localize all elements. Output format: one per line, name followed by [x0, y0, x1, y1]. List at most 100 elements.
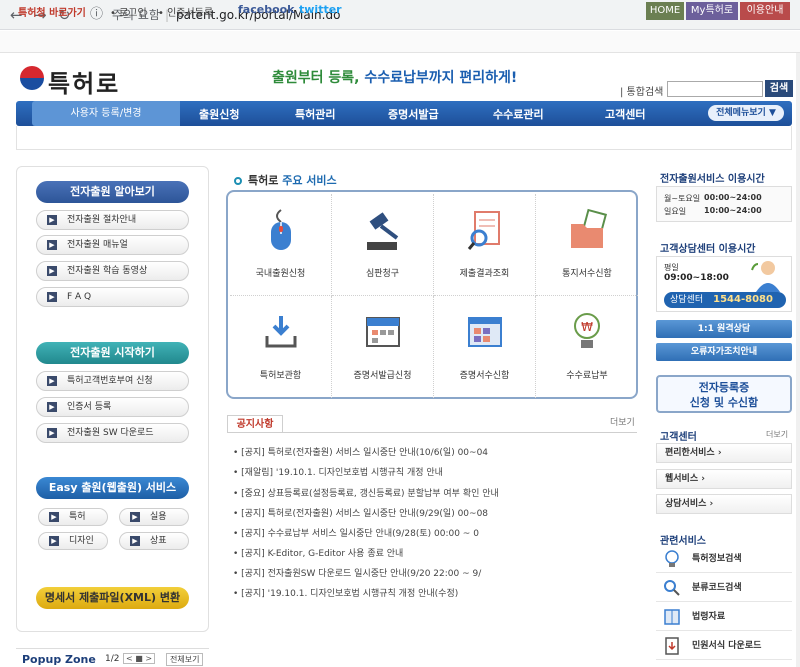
left-item-manual[interactable]: ▶ 전자출원 매뉴얼 — [36, 235, 189, 255]
guide-button[interactable]: 이용안내 — [740, 2, 790, 20]
easy-design-button[interactable]: ▶ 디자인 — [38, 532, 108, 550]
easy-trademark-button[interactable]: ▶ 상표 — [119, 532, 189, 550]
cs-phone-bar[interactable]: 상담센터 1544-8080 — [664, 292, 786, 308]
popup-view-all[interactable]: 전체보기 — [166, 653, 204, 666]
service-certificate-apply[interactable]: 증명서발급신청 — [332, 296, 434, 398]
service-certificate-inbox[interactable]: 증명서수신함 — [434, 296, 536, 398]
services-title-a: 특허로 — [248, 174, 283, 187]
notice-item[interactable]: • [공지] 특허로(전자출원) 서비스 일시중단 안내(9/29(일) 00~… — [233, 506, 488, 519]
section-start-title[interactable]: 전자출원 시작하기 — [36, 342, 189, 364]
easy-label: 실용 — [150, 512, 167, 522]
nav-apply[interactable]: 출원신청 — [199, 106, 239, 122]
gavel-icon — [367, 212, 399, 250]
arrow-icon: ▶ — [130, 512, 140, 522]
notice-item[interactable]: • [공지] '19.10.1. 디자인보호법 시행규칙 개정 안내(수정) — [233, 586, 458, 599]
service-storage[interactable]: 특허보관함 — [230, 296, 332, 398]
left-item-cert-register[interactable]: ▶ 인증서 등록 — [36, 397, 189, 417]
main-nav: 사용자 등록/변경 출원신청 특허관리 증명서발급 수수료관리 고객센터 전체메… — [16, 101, 792, 126]
left-item-label: 전자출원 학습 동영상 — [67, 266, 148, 276]
book-icon — [664, 609, 680, 625]
weekday-label: 월~토요일 — [664, 194, 701, 203]
taeguk-logo-icon[interactable] — [20, 66, 44, 90]
xml-convert-button[interactable]: 명세서 제출파일(XML) 변환 — [36, 587, 189, 609]
info-icon[interactable]: ⓘ — [90, 3, 103, 27]
remote-support-button[interactable]: 1:1 원격상담 — [656, 320, 792, 338]
notice-item[interactable]: • [공지] 전자출원SW 다운로드 일시중단 안내(9/20 22:00 ~ … — [233, 566, 481, 579]
easy-patent-button[interactable]: ▶ 특허 — [38, 508, 108, 526]
cert-register-link[interactable]: • 인증서등록 — [158, 4, 213, 19]
kipo-link[interactable]: 특허청 바로가기 — [18, 4, 86, 19]
service-fee-payment[interactable]: ₩ 수수료납부 — [536, 296, 638, 398]
related-class-search[interactable]: 분류코드검색 — [656, 574, 792, 602]
service-hours-title: 전자출원서비스 이용시간 — [660, 174, 765, 185]
arrow-icon: ▶ — [47, 402, 57, 412]
search-input[interactable] — [667, 81, 763, 97]
lightbulb-won-icon: ₩ — [574, 313, 600, 348]
search-button[interactable]: 검색 — [765, 80, 793, 97]
nav-certificate[interactable]: 증명서발급 — [388, 106, 439, 122]
service-domestic-apply[interactable]: 국내출원신청 — [230, 194, 332, 296]
easy-utility-button[interactable]: ▶ 실용 — [119, 508, 189, 526]
service-label: 증명서수신함 — [459, 371, 510, 381]
nav-patent-manage[interactable]: 특허관리 — [295, 106, 335, 122]
service-result-lookup[interactable]: 제출결과조회 — [434, 194, 536, 296]
page-scrollbar[interactable] — [796, 53, 800, 667]
left-item-label: 전자출원 절차안내 — [67, 215, 137, 225]
notice-item[interactable]: • [중요] 상표등록료(설정등록료, 갱신등록료) 분할납부 여부 확인 안내 — [233, 486, 499, 499]
facebook-link[interactable]: facebook — [238, 3, 295, 16]
cs-center-label: 상담센터 — [670, 295, 704, 305]
left-item-label: 전자출원 매뉴얼 — [67, 240, 128, 250]
home-button[interactable]: HOME — [646, 2, 684, 20]
related-label: 분류코드검색 — [692, 583, 742, 593]
sunday-label: 일요일 — [664, 207, 687, 216]
nav-fee[interactable]: 수수료관리 — [493, 106, 544, 122]
error-guide-button[interactable]: 오류자가조치안내 — [656, 343, 792, 361]
notice-item[interactable]: • [공지] 특허로(전자출원) 서비스 일시중단 안내(10/6(일) 00~… — [233, 445, 488, 458]
nav-support[interactable]: 고객센터 — [605, 106, 645, 122]
download-tray-icon — [265, 316, 297, 348]
related-forms[interactable]: 민원서식 다운로드 — [656, 632, 792, 660]
cs-phone: 1544-8080 — [713, 294, 773, 305]
notice-more-link[interactable]: 더보기 — [610, 415, 635, 428]
arrow-icon: ▶ — [49, 536, 59, 546]
left-item-sw-download[interactable]: ▶ 전자출원 SW 다운로드 — [36, 423, 189, 443]
util-bar — [0, 31, 800, 53]
nav-user-register[interactable]: 사용자 등록/변경 — [32, 101, 180, 126]
notice-item[interactable]: • [공지] K-Editor, G-Editor 사용 종료 안내 — [233, 546, 403, 559]
section-easy-title[interactable]: Easy 출원(웹출원) 서비스 — [36, 477, 189, 499]
notice-item[interactable]: • [재알림] '19.10.1. 디자인보호법 시행규칙 개정 안내 — [233, 465, 443, 478]
support-web[interactable]: 웹서비스 › — [656, 469, 792, 489]
notice-item[interactable]: • [공지] 수수료납부 서비스 일시중단 안내(9/28(토) 00:00 ~… — [233, 526, 479, 539]
left-item-faq[interactable]: ▶ F A Q — [36, 287, 189, 307]
related-law[interactable]: 법령자료 — [656, 603, 792, 631]
arrow-icon: ▶ — [49, 512, 59, 522]
e-cert-button[interactable]: 전자등록증 신청 및 수신함 — [656, 375, 792, 413]
twitter-link[interactable]: twitter — [299, 3, 342, 16]
arrow-icon: ▶ — [47, 292, 57, 302]
support-consult[interactable]: 상담서비스 › — [656, 494, 792, 514]
login-link[interactable]: • 로그인 — [110, 4, 147, 19]
all-menu-button[interactable]: 전체메뉴보기 ▼ — [708, 105, 784, 121]
related-patent-search[interactable]: 특허정보검색 — [656, 545, 792, 573]
operator-icon — [751, 261, 780, 292]
service-trial[interactable]: 심판청구 — [332, 194, 434, 296]
left-item-label: 특허고객번호부여 신청 — [67, 376, 153, 386]
left-item-customer-number[interactable]: ▶ 특허고객번호부여 신청 — [36, 371, 189, 391]
left-item-video[interactable]: ▶ 전자출원 학습 동영상 — [36, 261, 189, 281]
site-logo[interactable]: 특허로 — [48, 64, 120, 99]
service-label: 증명서발급신청 — [353, 371, 412, 381]
section-learn-title[interactable]: 전자출원 알아보기 — [36, 181, 189, 203]
support-convenient[interactable]: 편리한서비스 › — [656, 443, 792, 463]
notice-tab[interactable]: 공지사항 — [227, 415, 283, 433]
service-notice-inbox[interactable]: 통지서수신함 — [536, 194, 638, 296]
popup-controls[interactable]: < ■ > — [123, 653, 156, 664]
left-item-label: 인증서 등록 — [67, 402, 112, 412]
left-item-procedure[interactable]: ▶ 전자출원 절차안내 — [36, 210, 189, 230]
popup-page: 1/2 — [105, 654, 120, 664]
cs-label: 평일 — [664, 263, 679, 272]
slogan-part-a: 출원부터 등록, — [272, 70, 365, 86]
support-more-link[interactable]: 더보기 — [766, 429, 788, 440]
my-patent-button[interactable]: My특허로 — [686, 2, 738, 20]
related-label: 특허정보검색 — [692, 554, 742, 564]
related-label: 법령자료 — [692, 612, 726, 622]
